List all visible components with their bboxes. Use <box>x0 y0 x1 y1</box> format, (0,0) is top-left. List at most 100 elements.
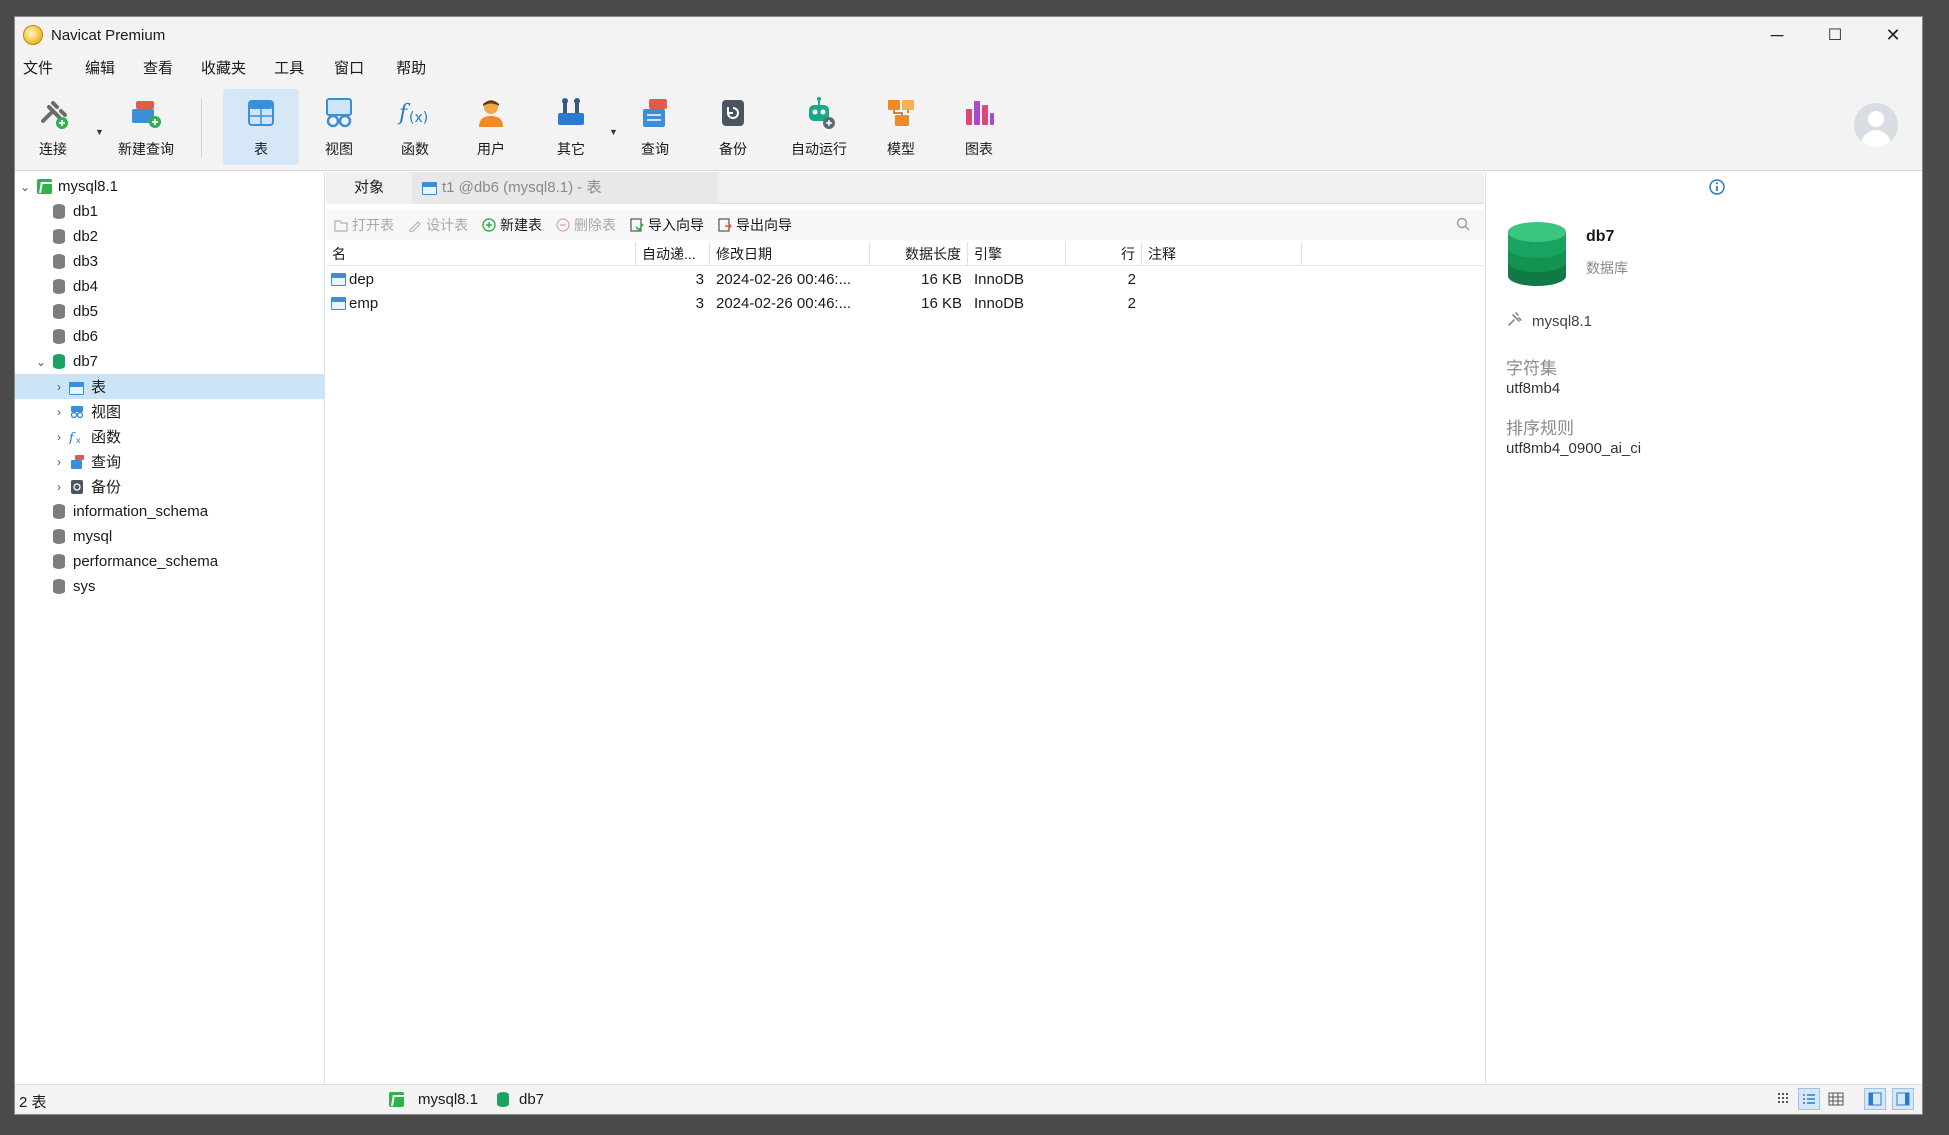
model-button[interactable]: 模型 <box>871 89 931 165</box>
tree-node-functions[interactable]: › f x 函数 <box>15 424 324 449</box>
close-button[interactable]: ✕ <box>1864 17 1922 53</box>
tree-db-db2[interactable]: db2 <box>15 224 324 249</box>
new-query-icon <box>128 95 164 131</box>
maximize-button[interactable]: ☐ <box>1806 17 1864 53</box>
connect-button[interactable]: 连接 <box>23 89 83 165</box>
tree-db-information-schema[interactable]: information_schema <box>15 499 324 524</box>
tab-bar: 对象 t1 @db6 (mysql8.1) - 表 <box>326 172 1484 204</box>
collapse-chevron-icon[interactable]: ⌄ <box>17 180 33 194</box>
col-modified-date[interactable]: 修改日期 <box>710 242 870 266</box>
new-query-button[interactable]: 新建查询 <box>111 89 181 165</box>
tree-db-db5[interactable]: db5 <box>15 299 324 324</box>
tree-db-label: db5 <box>73 303 99 320</box>
tree-db-performance-schema[interactable]: performance_schema <box>15 549 324 574</box>
tree-server-mysql8[interactable]: ⌄ mysql8.1 <box>15 174 324 199</box>
object-pane: 对象 t1 @db6 (mysql8.1) - 表 打开表 设计表 新建表 删除… <box>326 172 1484 1084</box>
tree-db-label: mysql <box>73 528 113 545</box>
col-auto-increment[interactable]: 自动递... <box>636 242 710 266</box>
status-database-label: db7 <box>519 1091 545 1108</box>
design-table-button[interactable]: 设计表 <box>408 215 468 235</box>
menu-favorites[interactable]: 收藏夹 <box>195 53 262 85</box>
list-view-icon[interactable] <box>1776 1091 1792 1111</box>
cell-auto-increment: 3 <box>695 295 704 312</box>
tab-t1-table[interactable]: t1 @db6 (mysql8.1) - 表 <box>412 172 718 204</box>
menu-tools[interactable]: 工具 <box>268 53 320 85</box>
table-row[interactable]: emp 3 2024-02-26 00:46:... 16 KB InnoDB … <box>326 292 1484 316</box>
tree-db-db7[interactable]: ⌄ db7 <box>15 349 324 374</box>
tree-db-sys[interactable]: sys <box>15 574 324 599</box>
query-label: 查询 <box>641 141 669 157</box>
database-icon <box>53 579 65 594</box>
col-rows[interactable]: 行 <box>1066 242 1142 266</box>
view-button[interactable]: 视图 <box>309 89 369 165</box>
other-button[interactable]: 其它 <box>541 89 601 165</box>
expand-chevron-icon[interactable]: › <box>51 380 67 394</box>
tree-node-tables[interactable]: › 表 <box>15 374 324 399</box>
menu-help[interactable]: 帮助 <box>390 53 442 85</box>
function-button[interactable]: f (x) 函数 <box>385 89 445 165</box>
col-data-length[interactable]: 数据长度 <box>870 242 968 266</box>
backup-button[interactable]: 备份 <box>703 89 763 165</box>
status-object-count: 2 表 <box>19 1094 47 1111</box>
table-button[interactable]: 表 <box>223 89 299 165</box>
search-icon[interactable] <box>1456 217 1470 235</box>
new-table-button[interactable]: 新建表 <box>482 215 542 235</box>
tree-node-queries[interactable]: › 查询 <box>15 449 324 474</box>
col-comment[interactable]: 注释 <box>1142 242 1302 266</box>
menu-edit[interactable]: 编辑 <box>79 53 131 85</box>
user-avatar[interactable] <box>1854 103 1898 147</box>
chart-button[interactable]: 图表 <box>949 89 1009 165</box>
mysql-connection-icon <box>389 1092 404 1107</box>
tree-node-label: 查询 <box>91 454 122 471</box>
menu-file[interactable]: 文件 <box>17 53 69 85</box>
tree-node-backups[interactable]: › 备份 <box>15 474 324 499</box>
tree-db-mysql[interactable]: mysql <box>15 524 324 549</box>
expand-chevron-icon[interactable]: › <box>51 405 67 419</box>
cell-modified-date: 2024-02-26 00:46:... <box>716 271 852 288</box>
grid-view-icon[interactable] <box>1828 1091 1844 1111</box>
menu-view[interactable]: 查看 <box>137 53 189 85</box>
tree-db-db1[interactable]: db1 <box>15 199 324 224</box>
expand-chevron-icon[interactable]: › <box>51 455 67 469</box>
toggle-right-pane-icon[interactable] <box>1892 1088 1914 1110</box>
connect-label: 连接 <box>39 141 67 157</box>
col-engine[interactable]: 引擎 <box>968 242 1066 266</box>
tree-db-label: db4 <box>73 278 99 295</box>
automation-button[interactable]: 自动运行 <box>777 89 861 165</box>
connect-dropdown-caret[interactable]: ▼ <box>95 127 104 137</box>
tree-node-label: 表 <box>91 379 107 396</box>
cell-auto-increment: 3 <box>695 271 704 288</box>
toggle-left-pane-icon[interactable] <box>1864 1088 1886 1110</box>
detail-view-icon[interactable] <box>1798 1088 1820 1110</box>
cell-rows: 2 <box>1127 271 1136 288</box>
query-button[interactable]: 查询 <box>625 89 685 165</box>
tree-db-db6[interactable]: db6 <box>15 324 324 349</box>
user-button[interactable]: 用户 <box>461 89 521 165</box>
expand-chevron-icon[interactable]: › <box>51 480 67 494</box>
open-table-button[interactable]: 打开表 <box>334 215 394 235</box>
delete-table-button[interactable]: 删除表 <box>556 215 616 235</box>
export-wizard-button[interactable]: 导出向导 <box>718 215 792 235</box>
col-name[interactable]: 名 <box>326 242 636 266</box>
tree-db-db4[interactable]: db4 <box>15 274 324 299</box>
tree-db-db3[interactable]: db3 <box>15 249 324 274</box>
collapse-chevron-icon[interactable]: ⌄ <box>33 355 49 369</box>
minimize-button[interactable]: ─ <box>1748 17 1806 53</box>
table-name: emp <box>349 295 379 312</box>
info-icon[interactable] <box>1708 178 1726 200</box>
other-dropdown-caret[interactable]: ▼ <box>609 127 618 137</box>
import-wizard-button[interactable]: 导入向导 <box>630 215 704 235</box>
table-row[interactable]: dep 3 2024-02-26 00:46:... 16 KB InnoDB … <box>326 268 1484 292</box>
cell-data-length: 16 KB <box>921 295 962 312</box>
menu-window[interactable]: 窗口 <box>328 53 380 85</box>
info-connection-label: mysql8.1 <box>1532 312 1593 330</box>
info-collation-value: utf8mb4_0900_ai_ci <box>1506 440 1642 457</box>
design-table-label: 设计表 <box>426 217 468 233</box>
cell-comment <box>1142 292 1302 316</box>
tree-node-views[interactable]: › 视图 <box>15 399 324 424</box>
view-label: 视图 <box>325 141 353 157</box>
expand-chevron-icon[interactable]: › <box>51 430 67 444</box>
tab-objects[interactable]: 对象 <box>326 172 412 204</box>
database-icon <box>53 279 65 294</box>
other-label: 其它 <box>557 141 585 157</box>
